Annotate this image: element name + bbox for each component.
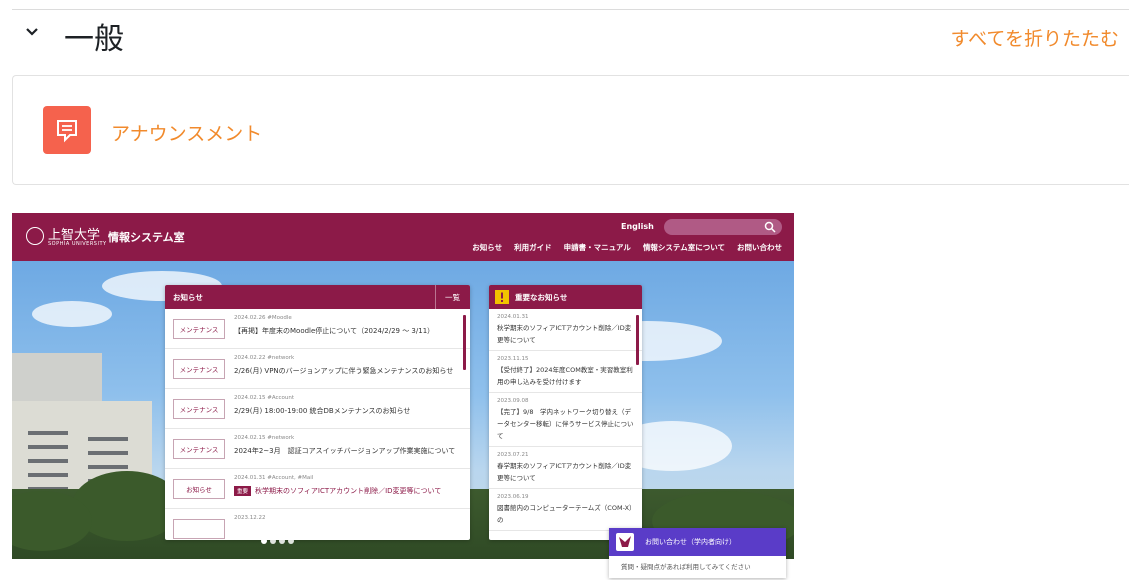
important-text[interactable]: 【完了】9/8 学内ネットワーク切り替え（データセンター移転）に伴うサービス停止… [497, 406, 634, 442]
info-system-banner[interactable]: 上智大学 SOPHIA UNIVERSITY 情報システム室 English お… [12, 213, 794, 559]
nav-contact[interactable]: お問い合わせ [737, 242, 782, 253]
announcement-icon [43, 106, 91, 154]
nav-news[interactable]: お知らせ [472, 242, 502, 253]
news-title[interactable]: 2/26(月) VPNのバージョンアップに伴う緊急メンテナンスのお知らせ [234, 366, 453, 376]
important-panel-title: 重要なお知らせ [515, 293, 568, 302]
contact-avatar-icon [616, 533, 634, 551]
news-tag: メンテナンス [173, 359, 225, 379]
nav-guide[interactable]: 利用ガイド [514, 242, 552, 253]
news-panel: お知らせ 一覧 メンテナンス 2024.02.26 #Moodle 【再掲】年度… [165, 285, 470, 540]
news-item[interactable]: お知らせ 2024.01.31 #Account, #Mail 重要 秋学期末のソ… [165, 469, 470, 509]
activity-card: アナウンスメント [12, 75, 1129, 185]
news-item[interactable]: 2023.12.22 [165, 509, 470, 540]
important-date: 2023.11.15 [497, 356, 529, 362]
news-title-text: 秋学期末のソフィアICTアカウント削除／ID変更等について [255, 487, 442, 495]
announcement-link[interactable]: アナウンスメント [111, 119, 262, 146]
english-link[interactable]: English [621, 222, 654, 231]
important-date: 2023.09.08 [497, 398, 529, 404]
carousel-dot[interactable] [261, 538, 267, 544]
banner-nav: お知らせ 利用ガイド 申請書・マニュアル 情報システム室について お問い合わせ [472, 242, 782, 253]
contact-title[interactable]: お問い合わせ（学内者向け） [645, 537, 736, 547]
news-item[interactable]: メンテナンス 2024.02.22 #network 2/26(月) VPNのバ… [165, 349, 470, 389]
news-title[interactable]: 2024年2~3月 認証コアスイッチバージョンアップ作業実施について [234, 446, 455, 456]
search-icon[interactable] [764, 221, 776, 233]
carousel-dot[interactable] [288, 538, 294, 544]
important-item[interactable]: 2023.06.19 図書館内のコンピューターテームズ（COM-X）の [489, 489, 642, 531]
important-date: 2024.01.31 [497, 314, 529, 320]
important-badge: 重要 [234, 486, 252, 496]
warning-icon [495, 290, 509, 304]
site-title: 情報システム室 [108, 231, 185, 244]
news-item[interactable]: メンテナンス 2024.02.26 #Moodle 【再掲】年度末のMoodle… [165, 309, 470, 349]
important-text[interactable]: 【受付終了】2024年度COM教室・実習教室利用の申し込みを受け付けます [497, 364, 634, 388]
important-scrollbar[interactable] [636, 315, 639, 365]
section-header: 一般 すべてを折りたたむ [12, 10, 1129, 68]
important-panel: 重要なお知らせ 2024.01.31 秋学期末のソフィアICTアカウント削除／I… [489, 285, 642, 540]
chevron-down-icon[interactable] [24, 24, 40, 40]
important-text[interactable]: 春学期末のソフィアICTアカウント削除／ID変更等について [497, 460, 634, 484]
news-meta: 2024.02.22 #network [234, 355, 295, 361]
nav-about[interactable]: 情報システム室について [643, 242, 725, 253]
news-tag: メンテナンス [173, 319, 225, 339]
important-item[interactable]: 2023.07.21 春学期末のソフィアICTアカウント削除／ID変更等について [489, 447, 642, 489]
news-meta: 2024.02.15 #Account [234, 395, 295, 401]
important-item[interactable]: 2023.11.15 【受付終了】2024年度COM教室・実習教室利用の申し込み… [489, 351, 642, 393]
news-meta: 2024.02.15 #network [234, 435, 295, 441]
news-tag [173, 519, 225, 539]
contact-widget[interactable]: お問い合わせ（学内者向け） 質問・疑問点があれば利用してみてください [609, 528, 786, 578]
news-title[interactable]: 2/29(月) 18:00-19:00 統合DBメンテナンスのお知らせ [234, 406, 410, 416]
important-text[interactable]: 秋学期末のソフィアICTアカウント削除／ID変更等について [497, 322, 634, 346]
news-meta: 2024.02.26 #Moodle [234, 315, 292, 321]
nav-forms[interactable]: 申請書・マニュアル [564, 242, 631, 253]
important-item[interactable]: 2024.01.31 秋学期末のソフィアICTアカウント削除／ID変更等について [489, 309, 642, 351]
news-tag: メンテナンス [173, 439, 225, 459]
contact-subtitle: 質問・疑問点があれば利用してみてください [621, 563, 751, 571]
news-item[interactable]: メンテナンス 2024.02.15 #network 2024年2~3月 認証コ… [165, 429, 470, 469]
carousel-dots [261, 538, 294, 544]
carousel-dot[interactable] [279, 538, 285, 544]
important-date: 2023.06.19 [497, 494, 529, 500]
news-meta: 2024.01.31 #Account, #Mail [234, 475, 314, 481]
news-item[interactable]: メンテナンス 2024.02.15 #Account 2/29(月) 18:00… [165, 389, 470, 429]
news-title[interactable]: 【再掲】年度末のMoodle停止について（2024/2/29 ～ 3/11） [234, 326, 434, 336]
news-list-link[interactable]: 一覧 [435, 285, 460, 309]
banner-header: 上智大学 SOPHIA UNIVERSITY 情報システム室 English お… [12, 213, 794, 261]
section-title: 一般 [64, 22, 124, 57]
carousel-dot[interactable] [270, 538, 276, 544]
news-tag: お知らせ [173, 479, 225, 499]
university-logo-sub: SOPHIA UNIVERSITY [48, 241, 107, 247]
important-date: 2023.07.21 [497, 452, 529, 458]
important-item[interactable]: 2023.09.08 【完了】9/8 学内ネットワーク切り替え（データセンター移… [489, 393, 642, 447]
news-meta: 2023.12.22 [234, 515, 266, 521]
news-panel-title: お知らせ [173, 293, 203, 302]
news-scrollbar[interactable] [463, 315, 466, 370]
important-text[interactable]: 図書館内のコンピューターテームズ（COM-X）の [497, 502, 634, 526]
collapse-all-link[interactable]: すべてを折りたたむ [950, 24, 1119, 51]
news-title[interactable]: 重要 秋学期末のソフィアICTアカウント削除／ID変更等について [234, 486, 441, 496]
sophia-logo-icon [26, 227, 44, 245]
news-tag: メンテナンス [173, 399, 225, 419]
